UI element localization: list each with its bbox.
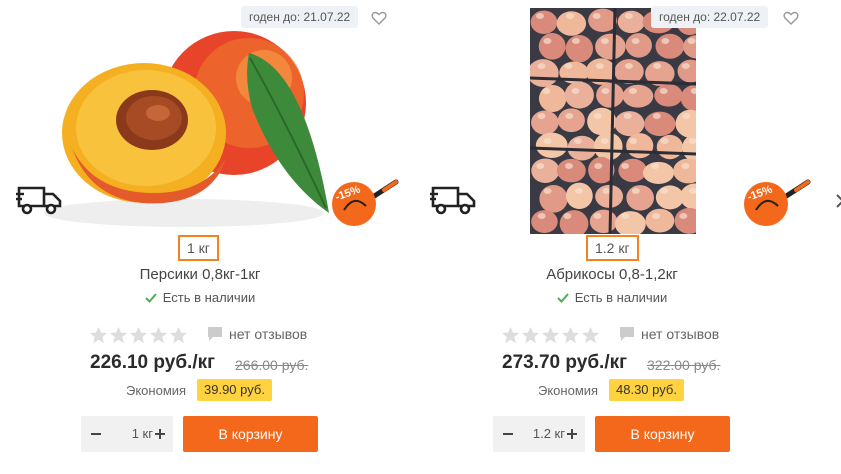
add-to-cart-button[interactable]: В корзину	[595, 416, 730, 452]
star-icon[interactable]	[109, 326, 128, 345]
reviews-text: нет отзывов	[641, 326, 720, 342]
reviews-link[interactable]: нет отзывов	[207, 326, 307, 342]
discount-badge: -15%	[330, 176, 400, 228]
weight-selector[interactable]: 1.2 кг	[586, 235, 639, 261]
star-icon[interactable]	[169, 326, 188, 345]
savings-value: 39.90 руб.	[197, 379, 272, 401]
delivery-truck-icon	[430, 184, 478, 216]
reviews-text: нет отзывов	[229, 326, 308, 342]
star-icon[interactable]	[541, 326, 560, 345]
product-card: годен до: 22.07.22 -15% 1.2 кг Абрикосы …	[412, 0, 841, 474]
quantity-stepper: 1 кг	[81, 416, 173, 452]
star-icon[interactable]	[561, 326, 580, 345]
discount-badge: -15%	[742, 176, 812, 228]
old-price: 266.00 руб.	[235, 357, 309, 373]
product-card: годен до: 21.07.22 -15% 1 кг Персики 0,8…	[0, 0, 410, 474]
expiry-date: годен до: 22.07.22	[651, 6, 769, 28]
product-name[interactable]: Абрикосы 0,8-1,2кг	[412, 266, 812, 283]
minus-icon	[91, 433, 101, 435]
checkmark-icon	[557, 292, 569, 307]
product-photo-peach[interactable]	[34, 8, 334, 234]
star-rating[interactable]	[89, 326, 188, 345]
star-icon[interactable]	[521, 326, 540, 345]
weight-selector[interactable]: 1 кг	[178, 235, 219, 261]
savings-value: 48.30 руб.	[609, 379, 684, 401]
star-icon[interactable]	[581, 326, 600, 345]
stock-status: Есть в наличии	[412, 290, 812, 307]
next-arrow-icon[interactable]	[836, 194, 841, 208]
speech-bubble-icon	[620, 327, 634, 341]
stock-text: Есть в наличии	[574, 290, 668, 305]
price: 273.70 руб./кг	[502, 352, 628, 373]
increase-button[interactable]	[149, 416, 171, 452]
add-to-cart-button[interactable]: В корзину	[183, 416, 318, 452]
star-icon[interactable]	[501, 326, 520, 345]
stock-status: Есть в наличии	[0, 290, 400, 307]
plus-icon	[155, 429, 165, 439]
delivery-truck-icon	[16, 184, 64, 216]
decrease-button[interactable]	[497, 416, 519, 452]
star-icon[interactable]	[129, 326, 148, 345]
star-icon[interactable]	[149, 326, 168, 345]
decrease-button[interactable]	[85, 416, 107, 452]
quantity-stepper: 1.2 кг	[493, 416, 585, 452]
savings-label: Экономия	[538, 383, 599, 398]
savings-label: Экономия	[126, 383, 187, 398]
product-name[interactable]: Персики 0,8кг-1кг	[0, 266, 400, 283]
reviews-link[interactable]: нет отзывов	[619, 326, 719, 342]
plus-icon	[567, 429, 577, 439]
stock-text: Есть в наличии	[162, 290, 256, 305]
price: 226.10 руб./кг	[90, 352, 216, 373]
checkmark-icon	[145, 292, 157, 307]
minus-icon	[503, 433, 513, 435]
product-photo-apricot[interactable]	[530, 8, 696, 234]
star-icon[interactable]	[89, 326, 108, 345]
speech-bubble-icon	[208, 327, 222, 341]
heart-icon[interactable]	[371, 10, 387, 26]
star-rating[interactable]	[501, 326, 600, 345]
increase-button[interactable]	[561, 416, 583, 452]
old-price: 322.00 руб.	[647, 357, 721, 373]
heart-icon[interactable]	[783, 10, 799, 26]
expiry-date: годен до: 21.07.22	[241, 6, 359, 28]
